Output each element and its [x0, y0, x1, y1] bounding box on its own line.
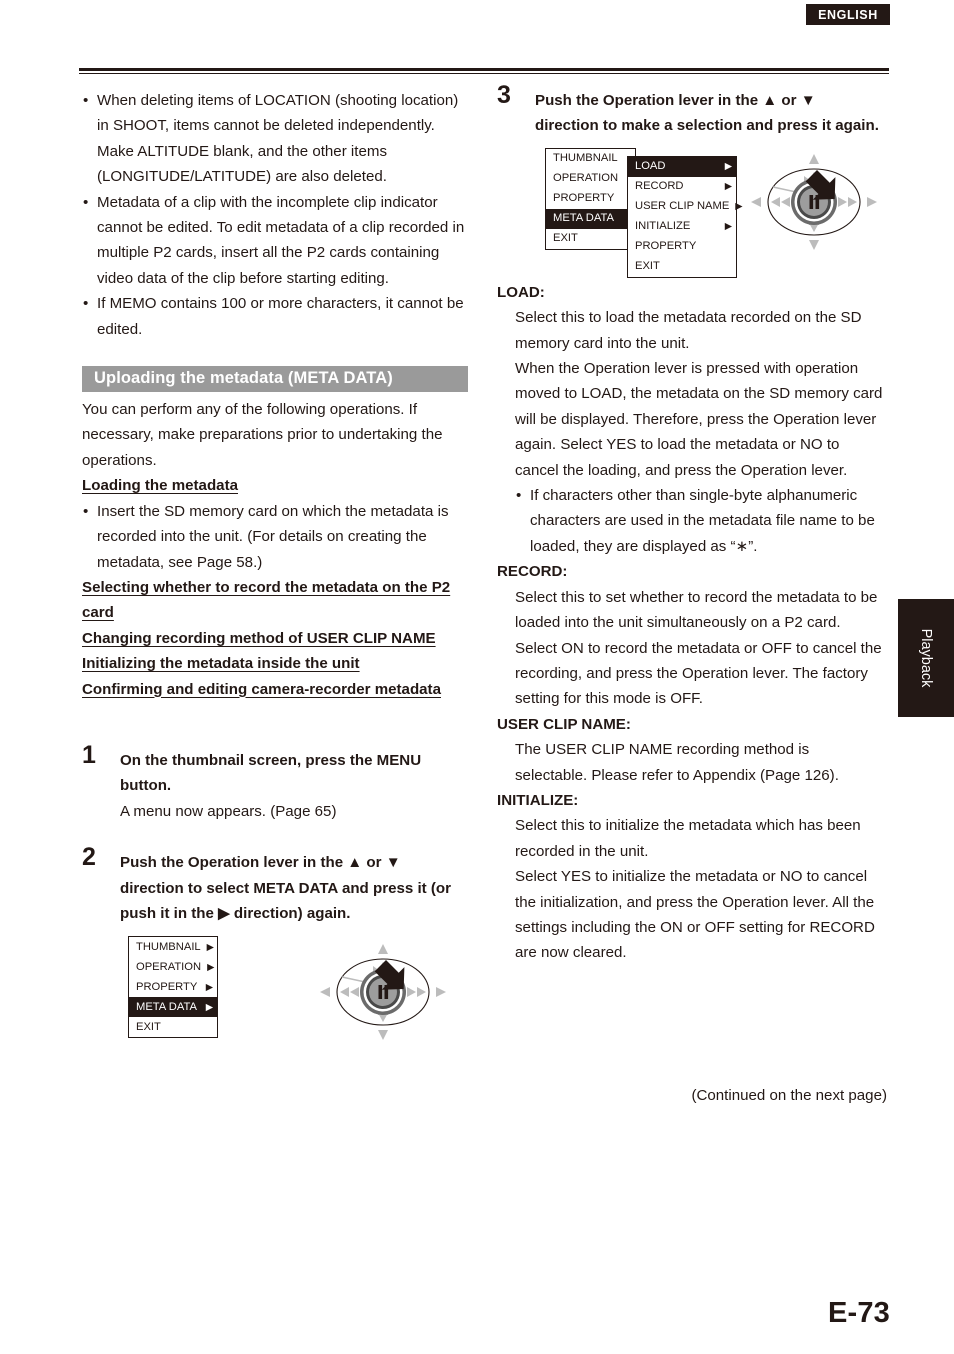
side-tab-label: Playback	[918, 628, 934, 688]
osd-subitem-user-clip-name[interactable]: USER CLIP NAME ▶	[628, 197, 743, 217]
osd-item-exit[interactable]: EXIT	[546, 229, 635, 249]
definition-paragraph: Select this to load the metadata recorde…	[515, 309, 862, 352]
step-3: 3 Push the Operation lever in the ▲ or ▼…	[497, 83, 883, 139]
osd-item-label: EXIT	[136, 1020, 161, 1033]
manual-page: ENGLISH When deleting items of LOCATION …	[0, 0, 954, 1354]
step-2-number: 2	[82, 843, 96, 872]
definition-term: USER CLIP NAME:	[497, 715, 631, 733]
note-item: Metadata of a clip with the incomplete c…	[82, 190, 468, 292]
subhead-loading-the-metadata: Loading the metadata	[82, 477, 238, 495]
chevron-right-icon: ▶	[724, 181, 732, 193]
definition-term: RECORD:	[497, 563, 568, 581]
definition-paragraph: Select ON to record the metadata or OFF …	[515, 639, 882, 708]
loading-steps-list: Insert the SD memory card on which the m…	[82, 499, 468, 575]
loading-bullet: Insert the SD memory card on which the m…	[82, 499, 468, 575]
subhead-selecting-record: Selecting whether to record the metadata…	[82, 578, 451, 622]
page-number: E-73	[827, 1297, 890, 1329]
definition-paragraph: Select YES to initialize the metadata or…	[515, 868, 875, 962]
chevron-right-icon: ▶	[206, 941, 214, 953]
operation-lever-svg	[751, 153, 877, 250]
right-column: 3 Push the Operation lever in the ▲ or ▼…	[497, 83, 883, 966]
osd-item-label: META DATA	[136, 1000, 197, 1013]
chevron-right-icon: ▶	[205, 981, 213, 993]
chevron-right-icon: ▶	[205, 1001, 213, 1013]
step-3-number: 3	[497, 81, 511, 109]
osd-item-property[interactable]: PROPERTY ▶	[129, 977, 217, 997]
osd-item-label: LOAD	[635, 160, 666, 173]
operation-lever-diagram	[747, 148, 882, 263]
osd-item-operation[interactable]: OPERATION	[546, 169, 635, 189]
step-2-title: Push the Operation lever in the ▲ or ▼ d…	[120, 854, 451, 922]
osd-menu-top-level: THUMBNAIL ▶ OPERATION ▶ PROPERTY ▶ META …	[128, 936, 218, 1039]
osd-item-label: THUMBNAIL	[136, 940, 201, 953]
osd-item-label: PROPERTY	[136, 980, 198, 993]
osd-item-label: USER CLIP NAME	[635, 200, 730, 213]
step-3-title: Push the Operation lever in the ▲ or ▼ d…	[535, 92, 879, 135]
osd-item-label: THUMBNAIL	[553, 152, 618, 165]
header-divider-thin	[79, 73, 889, 75]
definition-term: INITIALIZE:	[497, 791, 579, 809]
osd-item-label: META DATA	[553, 212, 614, 225]
osd-submenu-meta-data: LOAD ▶ RECORD ▶ USER CLIP NAME ▶ INITIAL…	[627, 155, 743, 278]
definition-bullets: If characters other than single-byte alp…	[515, 483, 883, 559]
operation-lever-svg	[320, 944, 446, 1041]
note-item: When deleting items of LOCATION (shootin…	[82, 88, 468, 190]
continued-note: (Continued on the next page)	[691, 1087, 887, 1104]
osd-item-label: INITIALIZE	[635, 220, 691, 233]
osd-item-property[interactable]: PROPERTY	[546, 189, 635, 209]
chevron-right-icon: ▶	[207, 961, 215, 973]
osd-item-meta-data[interactable]: META DATA	[546, 208, 635, 229]
definition-load: LOAD: Select this to load the metadata r…	[497, 280, 883, 559]
definition-term: LOAD:	[497, 283, 545, 301]
definition-paragraph: Select this to set whether to record the…	[515, 588, 878, 632]
osd-item-label: PROPERTY	[635, 240, 697, 253]
side-tab-playback: Playback	[898, 599, 954, 717]
subhead-initializing: Initializing the metadata inside the uni…	[82, 655, 360, 673]
osd-item-label: OPERATION	[136, 960, 202, 973]
osd-item-meta-data[interactable]: META DATA ▶	[129, 997, 217, 1018]
definition-paragraph: When the Operation lever is pressed with…	[515, 360, 883, 479]
definition-paragraph: Select this to initialize the metadata w…	[515, 817, 861, 860]
osd-subitem-exit[interactable]: EXIT ▶	[628, 257, 736, 277]
chevron-right-icon: ▶	[724, 161, 732, 173]
step-1-body: A menu now appears. (Page 65)	[120, 802, 337, 820]
osd-subitem-load[interactable]: LOAD ▶	[628, 156, 736, 177]
language-badge: ENGLISH	[806, 4, 890, 25]
osd-subitem-record[interactable]: RECORD ▶	[628, 177, 736, 197]
osd-item-operation[interactable]: OPERATION ▶	[129, 957, 217, 977]
step-2: 2 Push the Operation lever in the ▲ or ▼…	[82, 845, 468, 926]
definition-record: RECORD: Select this to set whether to re…	[497, 559, 883, 711]
left-column: When deleting items of LOCATION (shootin…	[82, 88, 468, 1066]
note-item: If MEMO contains 100 or more characters,…	[82, 291, 468, 342]
osd-item-label: RECORD	[635, 180, 684, 193]
section-intro: You can perform any of the following ope…	[82, 401, 443, 469]
figure-menu-step2: THUMBNAIL ▶ OPERATION ▶ PROPERTY ▶ META …	[82, 936, 468, 1066]
osd-item-exit[interactable]: EXIT ▶	[129, 1017, 217, 1037]
chevron-right-icon: ▶	[735, 201, 743, 213]
notes-list: When deleting items of LOCATION (shootin…	[82, 88, 468, 342]
osd-menu-top-level: THUMBNAIL OPERATION PROPERTY META DATA E…	[545, 147, 636, 250]
step-1: 1 On the thumbnail screen, press the MEN…	[82, 742, 468, 824]
subhead-confirming-editing: Confirming and editing camera-recorder m…	[82, 680, 441, 698]
osd-item-label: OPERATION	[553, 172, 619, 185]
osd-item-label: EXIT	[553, 232, 578, 245]
chevron-right-icon: ▶	[724, 221, 732, 233]
subhead-changing-user-clip-name: Changing recording method of USER CLIP N…	[82, 629, 436, 647]
definition-bullet: If characters other than single-byte alp…	[515, 483, 883, 559]
osd-subitem-initialize[interactable]: INITIALIZE ▶	[628, 217, 736, 237]
header-divider	[79, 68, 889, 75]
osd-item-thumbnail[interactable]: THUMBNAIL	[546, 149, 635, 169]
definition-user-clip-name: USER CLIP NAME: The USER CLIP NAME recor…	[497, 712, 883, 788]
section-heading: Uploading the metadata (META DATA)	[82, 366, 468, 393]
step-1-number: 1	[82, 740, 96, 769]
figure-menu-step3: THUMBNAIL OPERATION PROPERTY META DATA E…	[497, 147, 883, 280]
definition-initialize: INITIALIZE: Select this to initialize th…	[497, 788, 883, 966]
osd-item-label: PROPERTY	[553, 192, 615, 205]
step-1-title: On the thumbnail screen, press the MENU …	[120, 751, 422, 795]
operation-lever-diagram	[316, 938, 451, 1053]
osd-item-label: EXIT	[635, 260, 660, 273]
osd-subitem-property[interactable]: PROPERTY ▶	[628, 237, 736, 257]
definition-paragraph: The USER CLIP NAME recording method is s…	[515, 741, 839, 784]
osd-item-thumbnail[interactable]: THUMBNAIL ▶	[129, 937, 217, 957]
